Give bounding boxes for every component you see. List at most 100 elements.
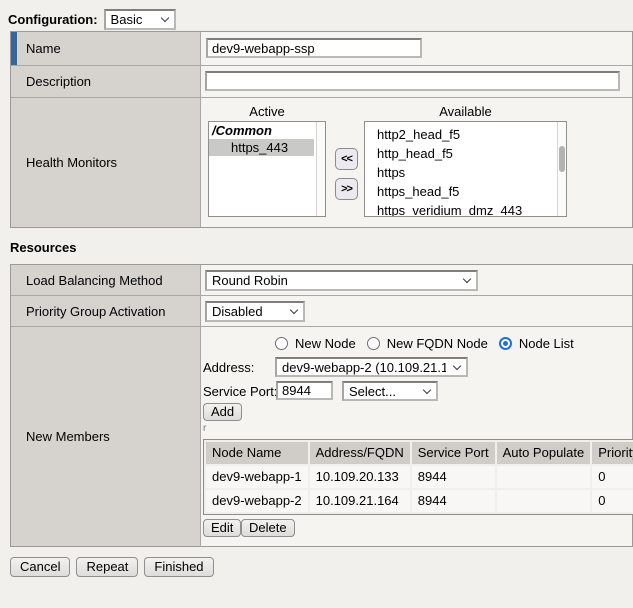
members-table-header-row: Node Name Address/FQDN Service Port Auto… xyxy=(206,442,633,464)
service-port-input[interactable] xyxy=(276,381,333,400)
radio-new-node[interactable] xyxy=(275,337,288,350)
pool-configuration-page: Configuration: Basic Name Description xyxy=(0,0,633,608)
available-list-scrollbar[interactable] xyxy=(557,122,566,216)
description-row: Description xyxy=(11,66,632,98)
available-column-header: Available xyxy=(364,104,567,119)
configuration-bar: Configuration: Basic xyxy=(8,9,176,30)
load-balancing-label: Load Balancing Method xyxy=(26,273,163,288)
name-label-cell: Name xyxy=(11,32,201,65)
finished-button[interactable]: Finished xyxy=(144,557,213,577)
members-table: Node Name Address/FQDN Service Port Auto… xyxy=(203,439,633,515)
load-balancing-select[interactable]: Round Robin xyxy=(205,270,478,291)
required-indicator-bar xyxy=(11,32,17,65)
load-balancing-value-cell: Round Robin xyxy=(201,265,632,295)
priority-group-value-cell: Disabled xyxy=(201,296,632,326)
active-list-scrollbar[interactable] xyxy=(316,122,325,216)
cell-service-port: 8944 xyxy=(412,490,495,512)
basic-properties-table: Name Description Health Monitors Active … xyxy=(10,31,633,228)
priority-group-row: Priority Group Activation Disabled xyxy=(11,296,632,327)
health-monitors-value-cell: Active /Common https_443 << >> Available… xyxy=(201,98,632,227)
footer-button-bar: Cancel Repeat Finished xyxy=(10,557,214,577)
col-header-address-fqdn[interactable]: Address/FQDN xyxy=(310,442,410,464)
cell-priority: 0 xyxy=(592,466,633,488)
description-value-cell xyxy=(201,66,632,97)
active-partition-group: /Common xyxy=(209,122,325,139)
address-label: Address: xyxy=(203,360,254,375)
configuration-select[interactable]: Basic xyxy=(104,9,176,30)
cell-address: 10.109.21.164 xyxy=(310,490,410,512)
name-value-cell xyxy=(201,32,632,65)
cell-priority: 0 xyxy=(592,490,633,512)
col-header-priority[interactable]: Priority xyxy=(592,442,633,464)
name-label: Name xyxy=(26,41,61,56)
priority-group-select[interactable]: Disabled xyxy=(205,301,305,322)
cell-auto-populate xyxy=(497,490,591,512)
load-balancing-label-cell: Load Balancing Method xyxy=(11,265,201,295)
available-monitor-item[interactable]: http_head_f5 xyxy=(365,144,566,163)
available-monitor-item[interactable]: https xyxy=(365,163,566,182)
chevron-down-icon xyxy=(453,361,461,369)
stray-text: r xyxy=(203,423,206,434)
available-monitors-list[interactable]: http2_head_f5 http_head_f5 https https_h… xyxy=(364,121,567,217)
add-button[interactable]: Add xyxy=(203,403,242,421)
cell-service-port: 8944 xyxy=(412,466,495,488)
cancel-button[interactable]: Cancel xyxy=(10,557,70,577)
chevron-down-icon xyxy=(290,306,298,314)
member-row[interactable]: dev9-webapp-1 10.109.20.133 8944 0 xyxy=(206,466,633,488)
service-port-select[interactable]: Select... xyxy=(342,381,438,401)
health-monitors-label-cell: Health Monitors xyxy=(11,98,201,227)
delete-button[interactable]: Delete xyxy=(241,519,295,537)
chevron-down-icon xyxy=(463,275,471,283)
service-port-label: Service Port: xyxy=(203,384,277,399)
priority-group-label: Priority Group Activation xyxy=(26,304,165,319)
available-monitor-item[interactable]: https_veridium_dmz_443 xyxy=(365,201,566,217)
move-to-active-button[interactable]: << xyxy=(335,148,358,170)
cell-address: 10.109.20.133 xyxy=(310,466,410,488)
description-label: Description xyxy=(26,74,91,89)
configuration-label: Configuration: xyxy=(8,12,98,27)
description-label-cell: Description xyxy=(11,66,201,97)
radio-node-list[interactable] xyxy=(499,337,512,350)
available-monitor-item[interactable]: https_head_f5 xyxy=(365,182,566,201)
col-header-auto-populate[interactable]: Auto Populate xyxy=(497,442,591,464)
available-monitor-item[interactable]: http2_head_f5 xyxy=(365,125,566,144)
health-monitors-label: Health Monitors xyxy=(26,155,117,170)
edit-button[interactable]: Edit xyxy=(203,519,241,537)
cell-auto-populate xyxy=(497,466,591,488)
load-balancing-row: Load Balancing Method Round Robin xyxy=(11,265,632,296)
resources-table: Load Balancing Method Round Robin Priori… xyxy=(10,264,633,547)
resources-section-title: Resources xyxy=(10,240,76,255)
service-port-select-value: Select... xyxy=(349,384,396,399)
new-members-value-cell: New Node New FQDN Node Node List Address… xyxy=(201,327,632,546)
repeat-button[interactable]: Repeat xyxy=(76,557,138,577)
col-header-service-port[interactable]: Service Port xyxy=(412,442,495,464)
active-monitor-item[interactable]: https_443 xyxy=(209,139,314,156)
chevron-down-icon xyxy=(160,14,168,22)
address-select[interactable]: dev9-webapp-2 (10.109.21.164) xyxy=(275,357,468,377)
member-type-radio-group: New Node New FQDN Node Node List xyxy=(275,336,578,351)
load-balancing-select-value: Round Robin xyxy=(212,273,288,288)
priority-group-label-cell: Priority Group Activation xyxy=(11,296,201,326)
radio-node-list-label[interactable]: Node List xyxy=(519,336,574,351)
new-members-label: New Members xyxy=(26,429,110,444)
radio-new-fqdn-node[interactable] xyxy=(367,337,380,350)
configuration-select-value: Basic xyxy=(111,12,143,27)
cell-node-name: dev9-webapp-1 xyxy=(206,466,308,488)
description-input[interactable] xyxy=(205,71,620,91)
scrollbar-thumb[interactable] xyxy=(559,146,565,172)
chevron-down-icon xyxy=(423,385,431,393)
priority-group-select-value: Disabled xyxy=(212,304,263,319)
name-row: Name xyxy=(11,32,632,66)
address-select-value: dev9-webapp-2 (10.109.21.164) xyxy=(282,360,446,375)
new-members-label-cell: New Members xyxy=(11,327,201,546)
active-monitors-list[interactable]: /Common https_443 xyxy=(208,121,326,217)
active-column-header: Active xyxy=(208,104,326,119)
radio-new-fqdn-node-label[interactable]: New FQDN Node xyxy=(387,336,488,351)
col-header-node-name[interactable]: Node Name xyxy=(206,442,308,464)
new-members-row: New Members New Node New FQDN Node Node … xyxy=(11,327,632,546)
member-row[interactable]: dev9-webapp-2 10.109.21.164 8944 0 xyxy=(206,490,633,512)
cell-node-name: dev9-webapp-2 xyxy=(206,490,308,512)
move-to-available-button[interactable]: >> xyxy=(335,178,358,200)
radio-new-node-label[interactable]: New Node xyxy=(295,336,356,351)
name-input[interactable] xyxy=(206,38,422,58)
